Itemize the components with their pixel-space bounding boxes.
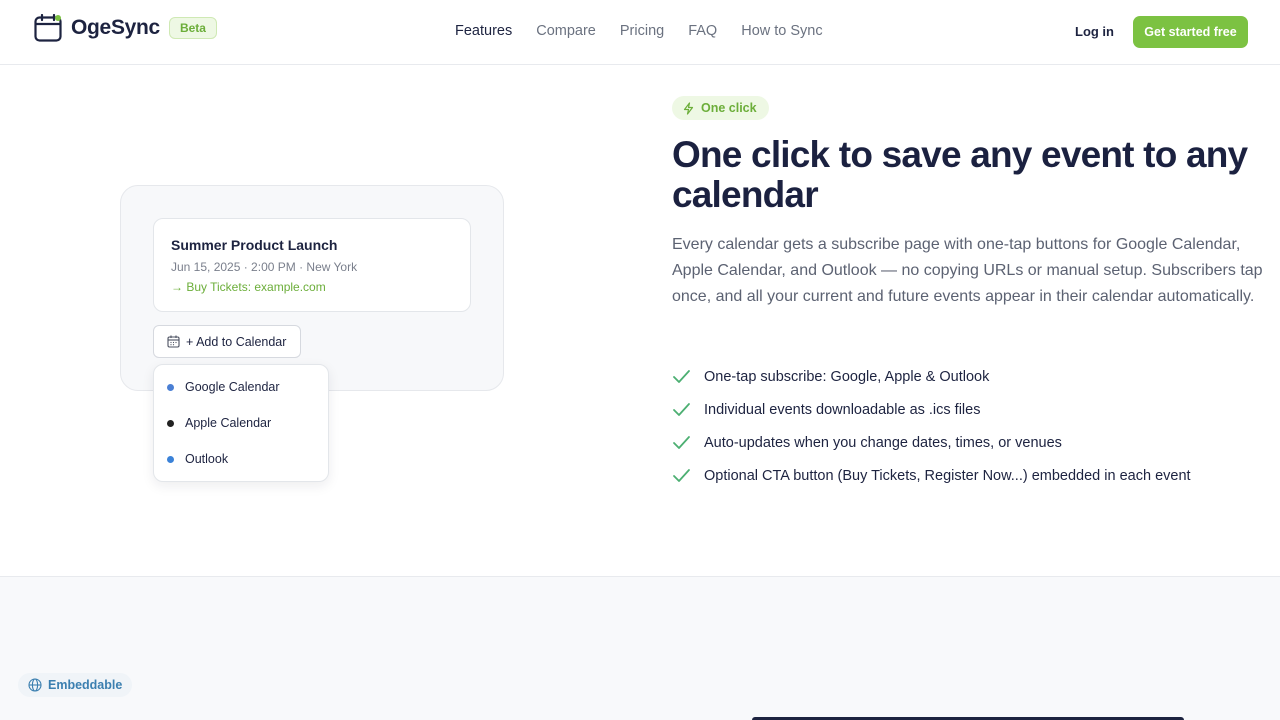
- section-headline: One click to save any event to any calen…: [672, 134, 1248, 215]
- globe-icon: [28, 678, 42, 692]
- feature-item: One-tap subscribe: Google, Apple & Outlo…: [672, 360, 1191, 393]
- nav-faq[interactable]: FAQ: [688, 23, 717, 39]
- nav-pricing[interactable]: Pricing: [620, 23, 664, 39]
- event-card: Summer Product Launch Jun 15, 2025 · 2:0…: [153, 218, 471, 312]
- option-label: Outlook: [185, 452, 229, 466]
- apple-dot-icon: [167, 419, 174, 427]
- option-label: Apple Calendar: [185, 416, 272, 430]
- event-cta-link[interactable]: → Buy Tickets: example.com: [171, 280, 326, 294]
- add-to-calendar-label: + Add to Calendar: [186, 334, 287, 349]
- next-section: [0, 576, 1280, 720]
- add-to-calendar-button[interactable]: + Add to Calendar: [153, 325, 301, 358]
- beta-badge: Beta: [168, 17, 217, 39]
- site-header: OgeSync Beta Features Compare Pricing FA…: [0, 0, 1280, 65]
- brand-logo[interactable]: OgeSync Beta: [34, 14, 217, 42]
- brand-name: OgeSync: [71, 16, 160, 39]
- outlook-dot-icon: [167, 455, 174, 463]
- one-click-pill: One click: [672, 96, 769, 120]
- feature-item: Optional CTA button (Buy Tickets, Regist…: [672, 459, 1191, 492]
- check-icon: [673, 370, 690, 383]
- calendar-icon: [167, 335, 180, 348]
- feature-text: One-tap subscribe: Google, Apple & Outlo…: [704, 368, 990, 385]
- option-label: Google Calendar: [185, 380, 280, 394]
- nav-how-to-sync[interactable]: How to Sync: [741, 23, 822, 39]
- calendar-logo-icon: [34, 14, 62, 42]
- main-nav: Features Compare Pricing FAQ How to Sync: [455, 23, 847, 39]
- embeddable-label: Embeddable: [48, 678, 123, 692]
- feature-list: One-tap subscribe: Google, Apple & Outlo…: [672, 360, 1191, 492]
- embeddable-pill: Embeddable: [18, 673, 133, 697]
- option-google-calendar[interactable]: Google Calendar: [167, 380, 280, 394]
- option-apple-calendar[interactable]: Apple Calendar: [167, 416, 271, 430]
- feature-text: Auto-updates when you change dates, time…: [704, 434, 1062, 451]
- check-icon: [673, 403, 690, 416]
- option-outlook[interactable]: Outlook: [167, 452, 228, 466]
- feature-item: Individual events downloadable as .ics f…: [672, 393, 1191, 426]
- login-link[interactable]: Log in: [1075, 24, 1114, 39]
- google-dot-icon: [167, 383, 174, 391]
- pill-label: One click: [701, 101, 757, 115]
- nav-compare[interactable]: Compare: [536, 23, 596, 39]
- event-title: Summer Product Launch: [171, 237, 338, 253]
- event-meta: Jun 15, 2025 · 2:00 PM · New York: [171, 260, 358, 274]
- check-icon: [673, 469, 690, 482]
- section-description: Every calendar gets a subscribe page wit…: [672, 236, 1263, 305]
- check-icon: [673, 436, 690, 449]
- nav-features[interactable]: Features: [455, 23, 512, 39]
- lightning-icon: [683, 101, 694, 115]
- calendar-options-dropdown: Google Calendar Apple Calendar Outlook: [153, 364, 329, 482]
- feature-text: Optional CTA button (Buy Tickets, Regist…: [704, 467, 1191, 484]
- get-started-button[interactable]: Get started free: [1133, 16, 1248, 48]
- feature-item: Auto-updates when you change dates, time…: [672, 426, 1191, 459]
- feature-text: Individual events downloadable as .ics f…: [704, 401, 981, 418]
